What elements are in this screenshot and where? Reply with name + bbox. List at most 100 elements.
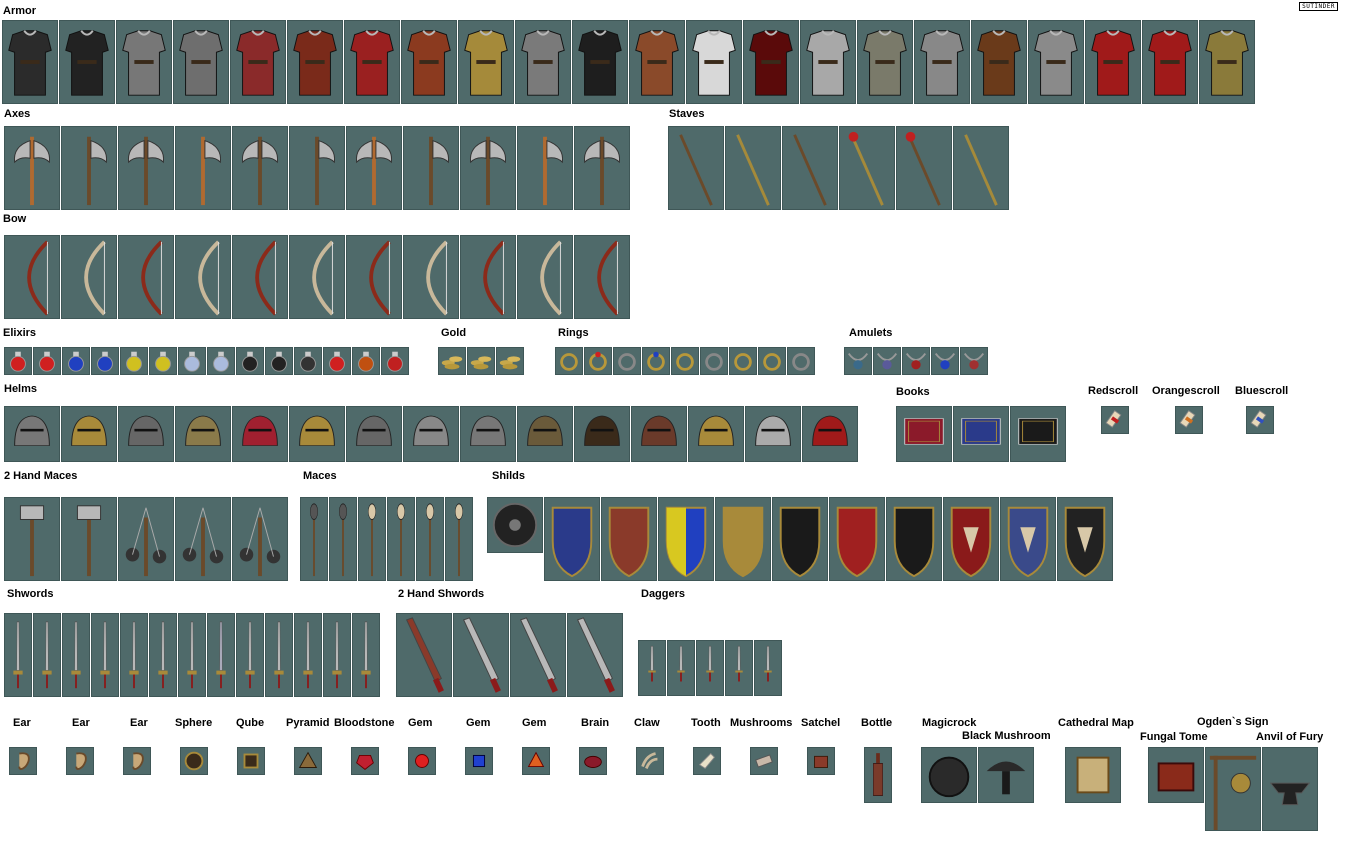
helm-item-icon	[688, 406, 744, 462]
maces-row	[300, 497, 473, 581]
red-gem-icon	[408, 747, 436, 775]
rings-row	[555, 347, 815, 375]
ear-icon	[9, 747, 37, 775]
book-item-icon	[953, 406, 1009, 462]
dagger-item-icon	[725, 640, 753, 696]
axe-item-icon	[346, 126, 402, 210]
sword-item-icon	[149, 613, 177, 697]
sign-icon	[1205, 747, 1261, 831]
shilds-row	[487, 497, 1113, 581]
axe-item-icon	[4, 126, 60, 210]
misc-item-label: Bottle	[861, 717, 893, 729]
section-label-redscroll: Redscroll	[1088, 385, 1139, 397]
bluescroll-row	[1246, 406, 1274, 434]
orangescroll-item-icon	[1175, 406, 1203, 434]
bow-item-icon	[61, 235, 117, 319]
section-label-books: Books	[896, 386, 930, 398]
axe-item-icon	[175, 126, 231, 210]
gold-item-icon	[467, 347, 495, 375]
misc-item-label: Ear	[130, 717, 148, 729]
staff-item-icon	[725, 126, 781, 210]
elixir-item-icon	[207, 347, 235, 375]
armor-item-icon	[857, 20, 913, 104]
shwords-row	[4, 613, 380, 697]
bow-item-icon	[289, 235, 345, 319]
mace-item-icon	[387, 497, 415, 581]
sword-item-icon	[323, 613, 351, 697]
section-label-elixirs: Elixirs	[3, 327, 37, 339]
armor-row	[2, 20, 1255, 104]
misc-item-label: Mushrooms	[730, 717, 793, 729]
helms-row	[4, 406, 858, 462]
armor-item-icon	[59, 20, 115, 104]
amulet-item-icon	[844, 347, 872, 375]
armor-item-icon	[914, 20, 970, 104]
books-row	[896, 406, 1066, 462]
helm-item-icon	[346, 406, 402, 462]
dagger-item-icon	[638, 640, 666, 696]
section-label-amulets: Amulets	[849, 327, 893, 339]
armor-item-icon	[1142, 20, 1198, 104]
dagger-item-icon	[754, 640, 782, 696]
section-label-2-hand-maces: 2 Hand Maces	[4, 470, 78, 482]
elixir-item-icon	[381, 347, 409, 375]
armor-item-icon	[572, 20, 628, 104]
ear-icon	[123, 747, 151, 775]
claw-icon	[636, 747, 664, 775]
misc-item-label: Gem	[466, 717, 491, 729]
sword-item-icon	[62, 613, 90, 697]
staff-item-icon	[953, 126, 1009, 210]
armor-item-icon	[971, 20, 1027, 104]
two-hand-sword-item-icon	[396, 613, 452, 697]
mace-item-icon	[329, 497, 357, 581]
shield-item-icon	[829, 497, 885, 581]
shield-item-icon	[544, 497, 600, 581]
misc-item-label: Tooth	[691, 717, 721, 729]
satchel-icon	[807, 747, 835, 775]
pyramid-icon	[294, 747, 322, 775]
shield-item-icon	[1057, 497, 1113, 581]
section-label-rings: Rings	[558, 327, 589, 339]
two-hand-mace-item-icon	[175, 497, 231, 581]
sword-item-icon	[178, 613, 206, 697]
shield-item-icon	[487, 497, 543, 553]
helm-item-icon	[574, 406, 630, 462]
brain-icon	[579, 747, 607, 775]
two-hand-shwords-row	[396, 613, 623, 697]
elixir-item-icon	[62, 347, 90, 375]
ring-item-icon	[671, 347, 699, 375]
ring-item-icon	[729, 347, 757, 375]
shield-item-icon	[601, 497, 657, 581]
misc-item-label: Pyramid	[286, 717, 330, 729]
axe-item-icon	[574, 126, 630, 210]
helm-item-icon	[517, 406, 573, 462]
elixir-item-icon	[4, 347, 32, 375]
elixir-item-icon	[323, 347, 351, 375]
armor-item-icon	[401, 20, 457, 104]
misc-item-label: Anvil of Fury	[1256, 731, 1324, 743]
armor-item-icon	[344, 20, 400, 104]
helm-item-icon	[118, 406, 174, 462]
elixirs-row	[4, 347, 409, 375]
misc-item-label: Gem	[522, 717, 547, 729]
mace-item-icon	[300, 497, 328, 581]
section-label-orangescroll: Orangescroll	[1152, 385, 1220, 397]
tome-icon	[1148, 747, 1204, 803]
section-label-daggers: Daggers	[641, 588, 686, 600]
axe-item-icon	[403, 126, 459, 210]
staff-item-icon	[782, 126, 838, 210]
elixir-item-icon	[265, 347, 293, 375]
two-hand-mace-item-icon	[118, 497, 174, 581]
bow-item-icon	[574, 235, 630, 319]
amulet-item-icon	[960, 347, 988, 375]
armor-item-icon	[515, 20, 571, 104]
armor-item-icon	[230, 20, 286, 104]
section-label-axes: Axes	[4, 108, 31, 120]
armor-item-icon	[458, 20, 514, 104]
orangescroll-row	[1175, 406, 1203, 434]
helm-item-icon	[745, 406, 801, 462]
sword-item-icon	[236, 613, 264, 697]
gold-row	[438, 347, 524, 375]
sword-item-icon	[294, 613, 322, 697]
sword-item-icon	[91, 613, 119, 697]
